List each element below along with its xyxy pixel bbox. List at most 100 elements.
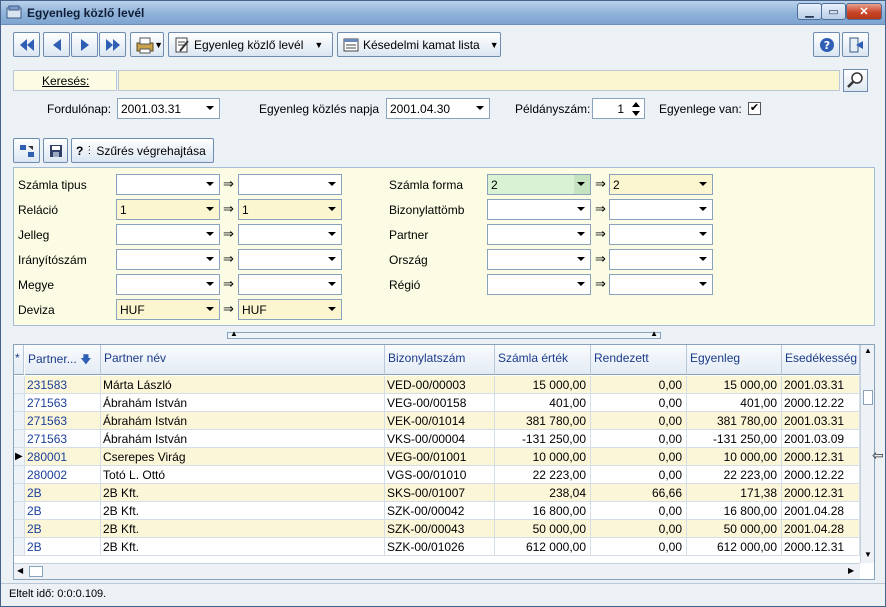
table-cell[interactable]: 10 000,00: [687, 448, 782, 466]
table-cell[interactable]: 381 780,00: [687, 412, 782, 430]
table-cell[interactable]: 238,04: [495, 484, 591, 502]
table-cell[interactable]: 16 800,00: [495, 502, 591, 520]
table-cell[interactable]: 2001.03.09: [782, 430, 860, 448]
table-cell[interactable]: 401,00: [687, 394, 782, 412]
table-cell[interactable]: VKS-00/00004: [385, 430, 495, 448]
filter-to-combo[interactable]: [238, 174, 342, 195]
filter-from-combo[interactable]: 2: [487, 174, 591, 195]
table-cell[interactable]: 2B Kft.: [101, 538, 385, 556]
column-header[interactable]: Esedékesség: [782, 345, 860, 375]
table-cell[interactable]: 15 000,00: [495, 376, 591, 394]
filter-to-combo[interactable]: 1: [238, 199, 342, 220]
table-cell[interactable]: 2B Kft.: [101, 502, 385, 520]
next-record-button[interactable]: [71, 32, 98, 57]
table-cell[interactable]: Ábrahám István: [101, 412, 385, 430]
table-cell[interactable]: 2001.04.28: [782, 520, 860, 538]
table-cell[interactable]: 0,00: [591, 430, 687, 448]
table-cell[interactable]: VGS-00/01010: [385, 466, 495, 484]
table-cell[interactable]: 271563: [25, 394, 101, 412]
row-marker[interactable]: [14, 394, 25, 412]
table-cell[interactable]: VEK-00/01014: [385, 412, 495, 430]
horizontal-scrollbar[interactable]: ◀ ▶: [14, 563, 860, 579]
save-filter-button[interactable]: [43, 138, 68, 163]
exit-button[interactable]: [842, 32, 869, 57]
table-cell[interactable]: -131 250,00: [495, 430, 591, 448]
filter-from-combo[interactable]: 1: [116, 199, 220, 220]
search-button[interactable]: [843, 69, 868, 92]
table-cell[interactable]: VEG-00/00158: [385, 394, 495, 412]
table-cell[interactable]: 0,00: [591, 502, 687, 520]
vertical-scroll-thumb[interactable]: [863, 390, 873, 405]
copies-spinner[interactable]: 1: [592, 98, 645, 119]
table-cell[interactable]: 2B: [25, 484, 101, 502]
table-cell[interactable]: SKS-00/01007: [385, 484, 495, 502]
close-button[interactable]: ✕: [846, 3, 882, 20]
table-cell[interactable]: 280001: [25, 448, 101, 466]
row-marker[interactable]: [14, 538, 25, 556]
table-row[interactable]: 280002 Totó L. Ottó VGS-00/01010 22 223,00 0…: [14, 466, 860, 484]
row-marker[interactable]: [14, 412, 25, 430]
table-cell[interactable]: Márta László: [101, 376, 385, 394]
table-cell[interactable]: 612 000,00: [495, 538, 591, 556]
table-cell[interactable]: 16 800,00: [687, 502, 782, 520]
row-marker[interactable]: [14, 502, 25, 520]
scroll-up-icon[interactable]: ▲: [864, 346, 872, 355]
turning-day-field[interactable]: 2001.03.31: [117, 98, 220, 119]
column-header[interactable]: Bizonylatszám: [385, 345, 495, 375]
filter-to-combo[interactable]: [238, 224, 342, 245]
table-cell[interactable]: 0,00: [591, 394, 687, 412]
row-marker[interactable]: [14, 484, 25, 502]
filter-from-combo[interactable]: [487, 224, 591, 245]
balance-letter-button[interactable]: Egyenleg közlő levél ▼: [168, 32, 333, 57]
filter-from-combo[interactable]: [116, 174, 220, 195]
row-marker[interactable]: [14, 466, 25, 484]
search-input[interactable]: [118, 70, 840, 91]
column-header[interactable]: Egyenleg: [687, 345, 782, 375]
column-header[interactable]: Számla érték: [495, 345, 591, 375]
table-cell[interactable]: 2000.12.31: [782, 448, 860, 466]
column-header[interactable]: Rendezett: [591, 345, 687, 375]
table-cell[interactable]: 271563: [25, 430, 101, 448]
table-cell[interactable]: SZK-00/01026: [385, 538, 495, 556]
table-cell[interactable]: 2B Kft.: [101, 520, 385, 538]
filter-to-combo[interactable]: [609, 274, 713, 295]
table-cell[interactable]: 2000.12.31: [782, 538, 860, 556]
row-marker[interactable]: [14, 430, 25, 448]
table-cell[interactable]: 22 223,00: [495, 466, 591, 484]
run-filter-button[interactable]: ? ⋮ Szűrés végrehajtása: [71, 138, 214, 163]
table-cell[interactable]: VEG-00/01001: [385, 448, 495, 466]
table-cell[interactable]: 0,00: [591, 538, 687, 556]
table-cell[interactable]: VED-00/00003: [385, 376, 495, 394]
table-cell[interactable]: 2B: [25, 502, 101, 520]
table-cell[interactable]: 0,00: [591, 412, 687, 430]
table-cell[interactable]: 66,66: [591, 484, 687, 502]
table-cell[interactable]: 271563: [25, 412, 101, 430]
filter-to-combo[interactable]: HUF: [238, 299, 342, 320]
table-row[interactable]: 271563 Ábrahám István VKS-00/00004 -131 250…: [14, 430, 860, 448]
table-cell[interactable]: 15 000,00: [687, 376, 782, 394]
table-cell[interactable]: 22 223,00: [687, 466, 782, 484]
table-cell[interactable]: 231583: [25, 376, 101, 394]
minimize-button[interactable]: ▁: [797, 3, 822, 20]
table-cell[interactable]: SZK-00/00042: [385, 502, 495, 520]
scroll-right-icon[interactable]: ▶: [848, 566, 854, 575]
table-cell[interactable]: 2B: [25, 520, 101, 538]
filter-to-combo[interactable]: [609, 224, 713, 245]
maximize-button[interactable]: ▭: [821, 3, 846, 20]
table-cell[interactable]: 381 780,00: [495, 412, 591, 430]
row-marker[interactable]: [14, 376, 25, 394]
spin-arrows-icon[interactable]: [631, 101, 641, 117]
late-interest-list-button[interactable]: Késedelmi kamat lista ▼: [337, 32, 501, 57]
title-bar[interactable]: Egyenleg közlő levél ▁ ▭ ✕: [1, 1, 885, 25]
table-cell[interactable]: -131 250,00: [687, 430, 782, 448]
table-cell[interactable]: Ábrahám István: [101, 430, 385, 448]
horizontal-scroll-thumb[interactable]: [29, 566, 43, 577]
filter-from-combo[interactable]: [487, 199, 591, 220]
filter-to-combo[interactable]: [238, 249, 342, 270]
filter-from-combo[interactable]: [116, 249, 220, 270]
filter-select-button[interactable]: [13, 138, 40, 163]
notice-date-field[interactable]: 2001.04.30: [386, 98, 490, 119]
filter-to-combo[interactable]: [609, 199, 713, 220]
first-record-button[interactable]: [13, 32, 40, 57]
table-row[interactable]: 2B 2B Kft. SZK-00/01026 612 000,00 0,00 612 0…: [14, 538, 860, 556]
